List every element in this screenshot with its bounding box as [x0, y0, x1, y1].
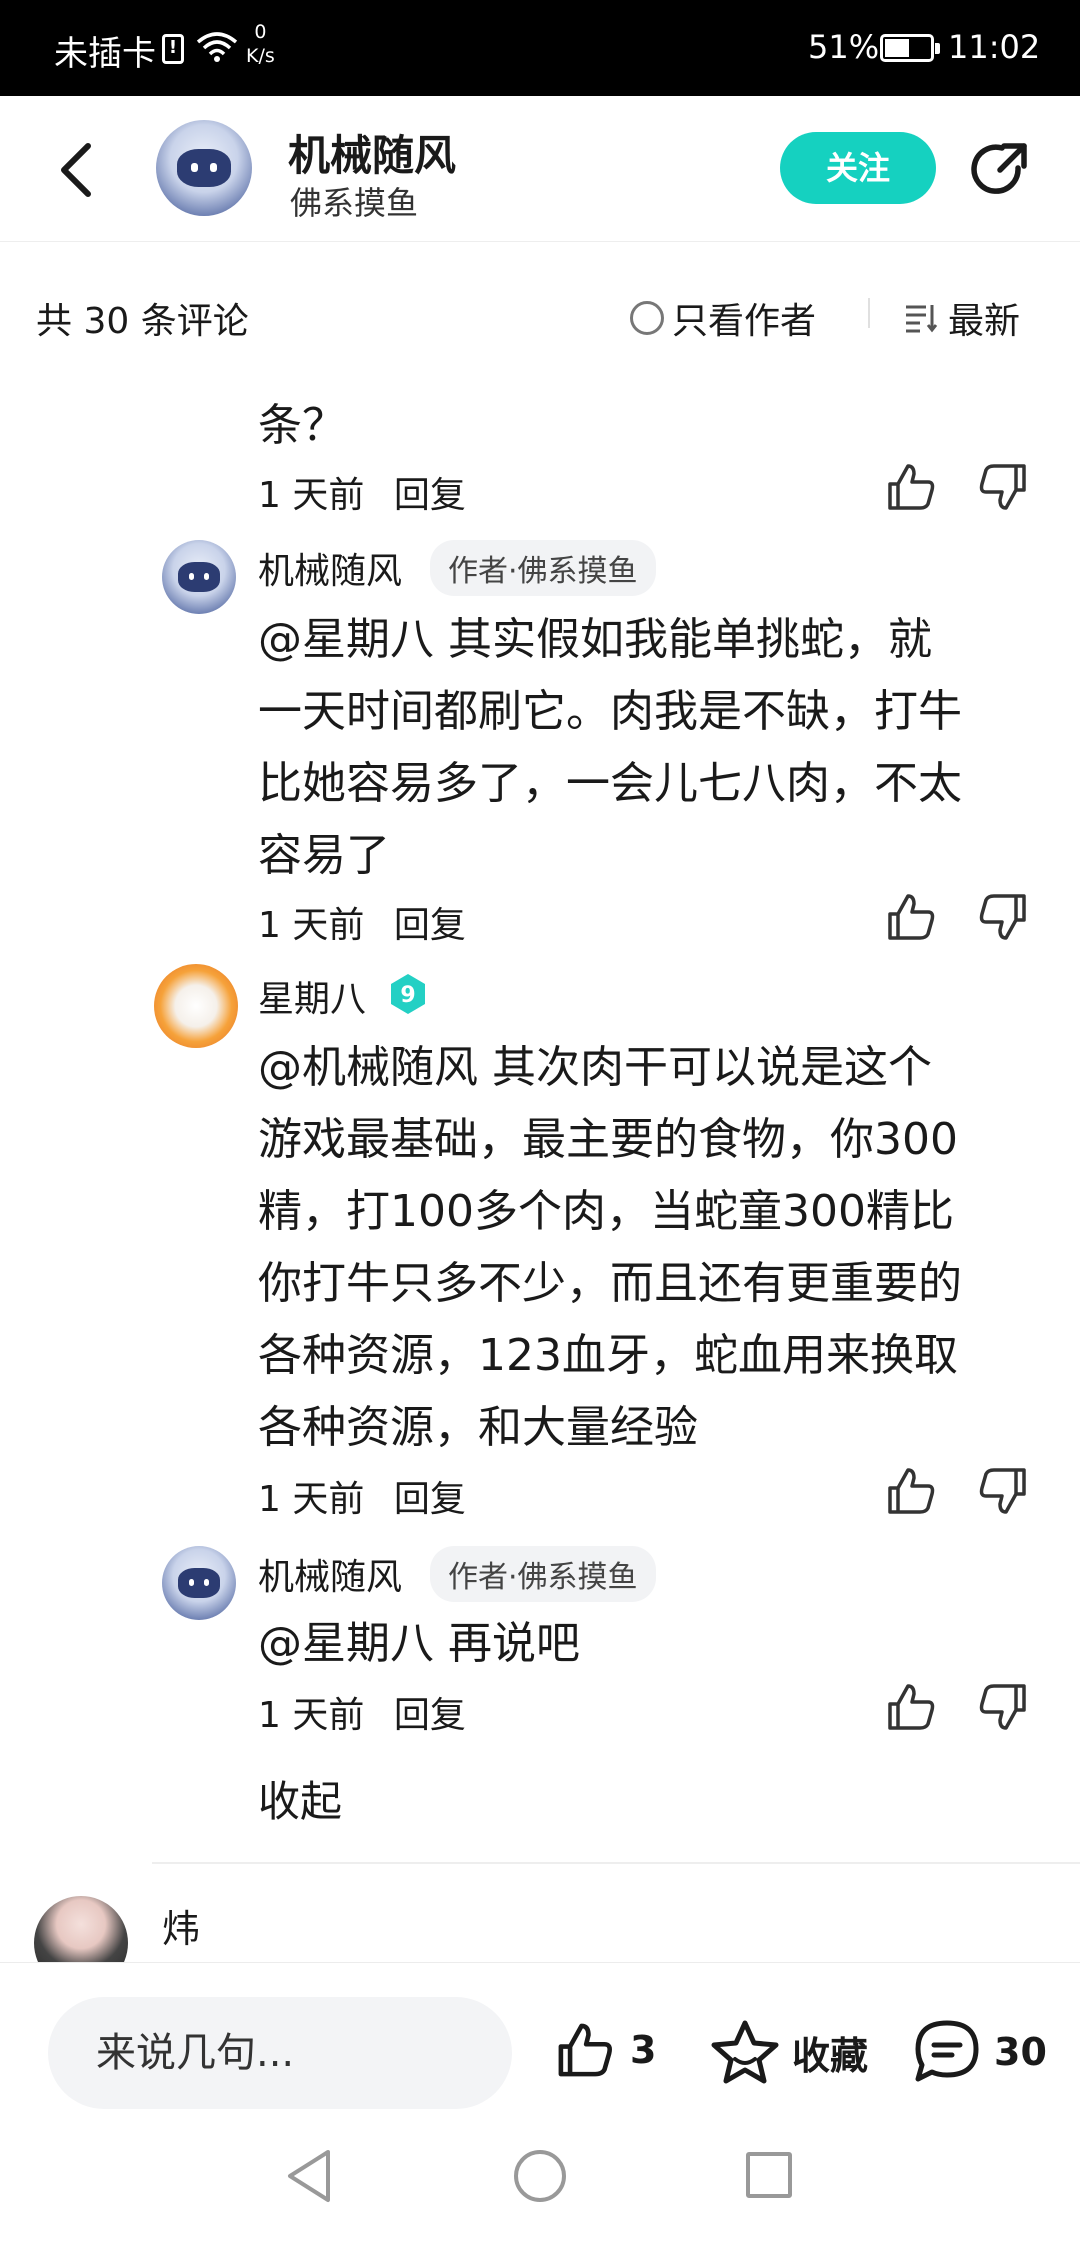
sort-icon: [906, 305, 938, 333]
author-name[interactable]: 机械随风: [288, 122, 456, 183]
comment-line: 各种资源，123血牙，蛇血用来换取: [258, 1330, 958, 1381]
reply-button[interactable]: 回复: [394, 475, 466, 516]
author-tag: 作者·佛系摸鱼: [430, 540, 656, 596]
comment-line: @星期八 再说吧: [258, 1618, 580, 1669]
thumbs-down-icon[interactable]: [976, 1464, 1030, 1518]
comment-line: @星期八 其实假如我能单挑蛇，就: [258, 614, 932, 665]
nav-home-icon[interactable]: [514, 2150, 566, 2202]
comment-line: 各种资源，和大量经验: [258, 1402, 698, 1453]
follow-button[interactable]: 关注: [780, 132, 936, 204]
comment-bubble-icon: [915, 2020, 979, 2082]
thumbs-down-icon[interactable]: [976, 1680, 1030, 1734]
comment-line: 精，打100多个肉，当蛇童300精比: [258, 1186, 954, 1237]
carrier-label: 未插卡: [54, 34, 156, 74]
radio-icon: [630, 301, 664, 335]
network-speed-unit: K/s: [246, 45, 275, 67]
bottom-action-bar: 来说几句... 3 收藏 30: [0, 1962, 1080, 2112]
comment-line: 你打牛只多不少，而且还有更重要的: [258, 1258, 962, 1309]
favorite-label: 收藏: [792, 2033, 869, 2078]
reply-author-name[interactable]: 机械随风: [258, 1548, 402, 1600]
reply-avatar[interactable]: [162, 540, 236, 614]
author-subtitle: 佛系摸鱼: [290, 184, 419, 222]
comments-button[interactable]: 30: [912, 2019, 1047, 2085]
sim-alert-icon: !: [162, 34, 184, 64]
clock: 11:02: [948, 28, 1041, 66]
like-button[interactable]: 3: [552, 2019, 656, 2081]
author-tag: 作者·佛系摸鱼: [430, 1546, 656, 1602]
level-number: 9: [400, 983, 415, 1008]
star-icon: [711, 2020, 779, 2084]
comment-line: 一天时间都刷它。肉我是不缺，打牛: [258, 686, 962, 737]
back-arrow-icon[interactable]: [50, 136, 110, 204]
share-icon[interactable]: [968, 138, 1032, 202]
system-nav-bar: [0, 2112, 1080, 2244]
comment-time: 1 天前: [258, 905, 365, 946]
sort-label: 最新: [948, 301, 1021, 342]
comment-toolbar: 共 30 条评论 只看作者 最新: [0, 270, 1080, 356]
comment-input[interactable]: 来说几句...: [48, 1997, 512, 2109]
collapse-replies-button[interactable]: 收起: [258, 1768, 342, 1829]
network-speed-value: 0: [254, 21, 267, 43]
comment-time: 1 天前: [258, 1479, 365, 1520]
network-speed: 0 K/s: [246, 20, 275, 68]
comment-line: @机械随风 其次肉干可以说是这个: [258, 1042, 932, 1093]
nav-back-icon[interactable]: [284, 2148, 334, 2204]
comment-text: @星期八 再说吧: [258, 1608, 580, 1680]
wifi-icon: [196, 32, 238, 62]
comment-text: @机械随风 其次肉干可以说是这个 游戏最基础，最主要的食物，你300 精，打10…: [258, 1032, 962, 1464]
comment-line: 比她容易多了，一会儿七八肉，不太: [258, 758, 962, 809]
comment-meta: 1 天前 回复: [258, 466, 484, 518]
sort-button[interactable]: 最新: [904, 292, 1020, 344]
reply-button[interactable]: 回复: [394, 1695, 466, 1736]
reply-author-name[interactable]: 星期八: [258, 970, 366, 1022]
thumbs-down-icon[interactable]: [976, 890, 1030, 944]
reply-button[interactable]: 回复: [394, 1479, 466, 1520]
comment-time: 1 天前: [258, 1695, 365, 1736]
reply-button[interactable]: 回复: [394, 905, 466, 946]
status-bar: 未插卡 ! 0 K/s 51% 11:02: [0, 0, 1080, 96]
comment-line: 条？: [258, 400, 346, 451]
battery-icon: [880, 34, 940, 62]
comment-divider: [152, 1862, 1080, 1864]
thumbs-up-icon[interactable]: [884, 460, 938, 514]
comment-line: 游戏最基础，最主要的食物，你300: [258, 1114, 958, 1165]
like-count: 3: [630, 2028, 657, 2072]
favorite-button[interactable]: 收藏: [710, 2019, 868, 2085]
nav-recent-apps-icon[interactable]: [746, 2152, 792, 2198]
battery-percent: 51%: [808, 28, 880, 66]
author-only-label: 只看作者: [672, 301, 817, 342]
level-badge-icon: 9: [391, 974, 425, 1014]
commenter-name[interactable]: 炜: [162, 1898, 200, 1953]
thumbs-down-icon[interactable]: [976, 460, 1030, 514]
comment-text: @星期八 其实假如我能单挑蛇，就 一天时间都刷它。肉我是不缺，打牛 比她容易多了…: [258, 604, 962, 892]
comment-text: 条？: [258, 390, 346, 462]
thumbs-up-icon[interactable]: [884, 1680, 938, 1734]
comment-time: 1 天前: [258, 475, 365, 516]
reply-author-name[interactable]: 机械随风: [258, 542, 402, 594]
page-header: 机械随风 佛系摸鱼 关注: [0, 96, 1080, 242]
comment-meta: 1 天前 回复: [258, 1470, 484, 1522]
thumbs-up-icon[interactable]: [884, 890, 938, 944]
author-only-toggle[interactable]: 只看作者: [630, 292, 816, 344]
comment-count-label: 共 30 条评论: [36, 301, 249, 342]
thumbs-up-icon[interactable]: [884, 1464, 938, 1518]
comment-meta: 1 天前 回复: [258, 1686, 484, 1738]
comment-line: 容易了: [258, 830, 390, 881]
reply-avatar[interactable]: [154, 964, 238, 1048]
author-avatar[interactable]: [156, 120, 252, 216]
thumbs-up-icon: [558, 2023, 612, 2077]
reply-avatar[interactable]: [162, 1546, 236, 1620]
comment-meta: 1 天前 回复: [258, 896, 484, 948]
toolbar-divider: [868, 298, 870, 328]
comment-count: 30: [994, 2030, 1047, 2074]
